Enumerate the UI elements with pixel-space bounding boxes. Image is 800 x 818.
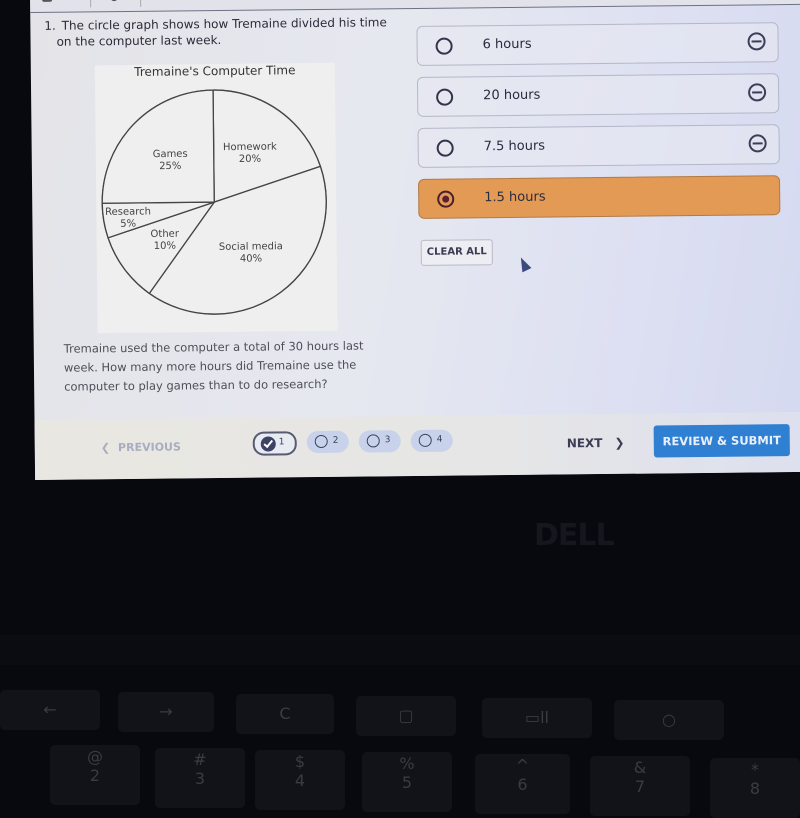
key-digit: 3 [194,769,206,788]
previous-label: PREVIOUS [117,440,181,455]
forward-arrow-icon: → [159,702,173,721]
radio-button[interactable] [436,139,454,157]
key-brightness: ○ [614,700,724,740]
key-5: % 5 [362,752,452,812]
pager-number: 1 [278,437,285,448]
key-symbol: $ [294,752,306,771]
key-fullscreen: ▢ [356,696,456,736]
toolbar-icon[interactable] [110,0,119,2]
pie-chart: Tremaine's Computer Time Homework 20% Soci… [94,62,338,334]
option-label: 7.5 hours [483,138,546,155]
slice-value-label: 10% [154,241,176,252]
screen: 1. The circle graph shows how Tremaine d… [30,0,800,480]
question-title: 1. The circle graph shows how Tremaine d… [44,14,404,50]
question-prompt: Tremaine used the computer a total of 30… [63,338,364,394]
dell-logo: DELL [534,518,615,553]
key-2: @2 [50,745,140,805]
eliminate-option-icon[interactable] [748,134,767,153]
pager-item-4[interactable]: 4 [410,429,453,453]
key-digit: 8 [749,779,761,798]
pager-number: 4 [436,434,443,445]
key-digit: 7 [634,777,646,796]
previous-button[interactable]: ❮ PREVIOUS [101,440,181,454]
check-circle-icon [260,436,276,452]
question-number: 1. [44,18,56,33]
pie-slice-games [101,89,215,204]
top-toolbar [30,0,800,13]
toolbar-divider [89,0,92,8]
review-submit-button[interactable]: REVIEW & SUBMIT [653,424,790,458]
mouse-cursor-icon [516,255,532,273]
answer-option[interactable]: 20 hours [416,73,780,117]
key-digit: 5 [401,773,413,792]
toolbar-divider [139,0,142,7]
overview-icon: ▭ll [524,708,549,727]
question-title-line1: The circle graph shows how Tremaine divi… [61,15,387,33]
slice-value-label: 40% [240,253,262,264]
radio-button-checked[interactable] [437,190,455,208]
pager-item-1[interactable]: 1 [252,431,297,456]
back-arrow-icon: ← [43,700,57,719]
answer-option-selected[interactable]: 1.5 hours [417,175,781,219]
refresh-icon: C [279,704,291,723]
pager-number: 3 [384,435,391,446]
next-button[interactable]: NEXT ❯ [567,436,625,451]
chevron-left-icon: ❮ [100,441,111,455]
answer-option[interactable]: 7.5 hours [417,124,780,168]
key-back: ← [0,690,100,730]
fullscreen-icon: ▢ [398,706,414,725]
clear-all-button[interactable]: CLEAR ALL [420,239,493,266]
option-label: 6 hours [482,36,532,53]
empty-circle-icon [314,434,328,449]
answer-options: 6 hours 20 hours 7.5 hours 1.5 hours [416,22,781,230]
next-label: NEXT [566,436,603,451]
eliminate-option-icon[interactable] [747,32,766,51]
slice-label: Homework [223,142,277,154]
key-symbol: ^ [515,756,530,775]
key-6: ^ 6 [475,754,570,814]
key-refresh: C [236,694,334,734]
pie-chart-svg: Homework20% Social media40% Other10% Resear… [101,89,327,315]
slice-label: Other [150,229,179,240]
slice-value-label: 20% [239,154,261,165]
radio-button[interactable] [435,37,453,55]
toolbar-icon[interactable] [42,0,53,2]
pager-item-2[interactable]: 2 [306,430,349,454]
option-label: 20 hours [483,87,541,104]
key-7: & 7 [590,756,690,816]
key-digit: 2 [89,766,101,785]
slice-value-label: 5% [120,219,136,230]
empty-circle-icon [418,433,432,447]
key-digit: 6 [517,775,528,794]
key-symbol: @ [87,747,103,766]
radio-button[interactable] [436,88,454,106]
pager-item-3[interactable]: 3 [358,430,401,453]
question-title-line2: on the computer last week. [56,32,222,49]
key-symbol: % [399,754,415,773]
radio-dot [442,195,450,203]
key-digit: 4 [294,771,306,790]
footer-nav: ❮ PREVIOUS 1 2 3 4 NEXT ❯ REVIEW & SUBMIT [34,411,800,480]
key-symbol: # [193,750,207,769]
slice-label: Games [153,149,188,160]
eliminate-option-icon[interactable] [748,83,767,102]
slice-label: Research [105,206,151,217]
empty-circle-icon [366,434,380,448]
key-symbol: * [751,760,759,779]
answer-option[interactable]: 6 hours [416,22,779,66]
question-pager: 1 2 3 4 [252,429,453,456]
slice-label: Social media [219,241,283,253]
pager-number: 2 [332,435,339,446]
key-8: * 8 [710,758,800,818]
chevron-right-icon: ❯ [614,435,625,450]
key-4: $4 [255,750,345,810]
slice-value-label: 25% [159,161,181,172]
key-forward: → [118,692,214,732]
key-symbol: & [633,758,647,777]
key-3: #3 [155,748,245,808]
key-overview: ▭ll [482,698,592,738]
brightness-icon: ○ [662,710,676,729]
option-label: 1.5 hours [484,189,546,206]
laptop-hinge [0,635,800,665]
